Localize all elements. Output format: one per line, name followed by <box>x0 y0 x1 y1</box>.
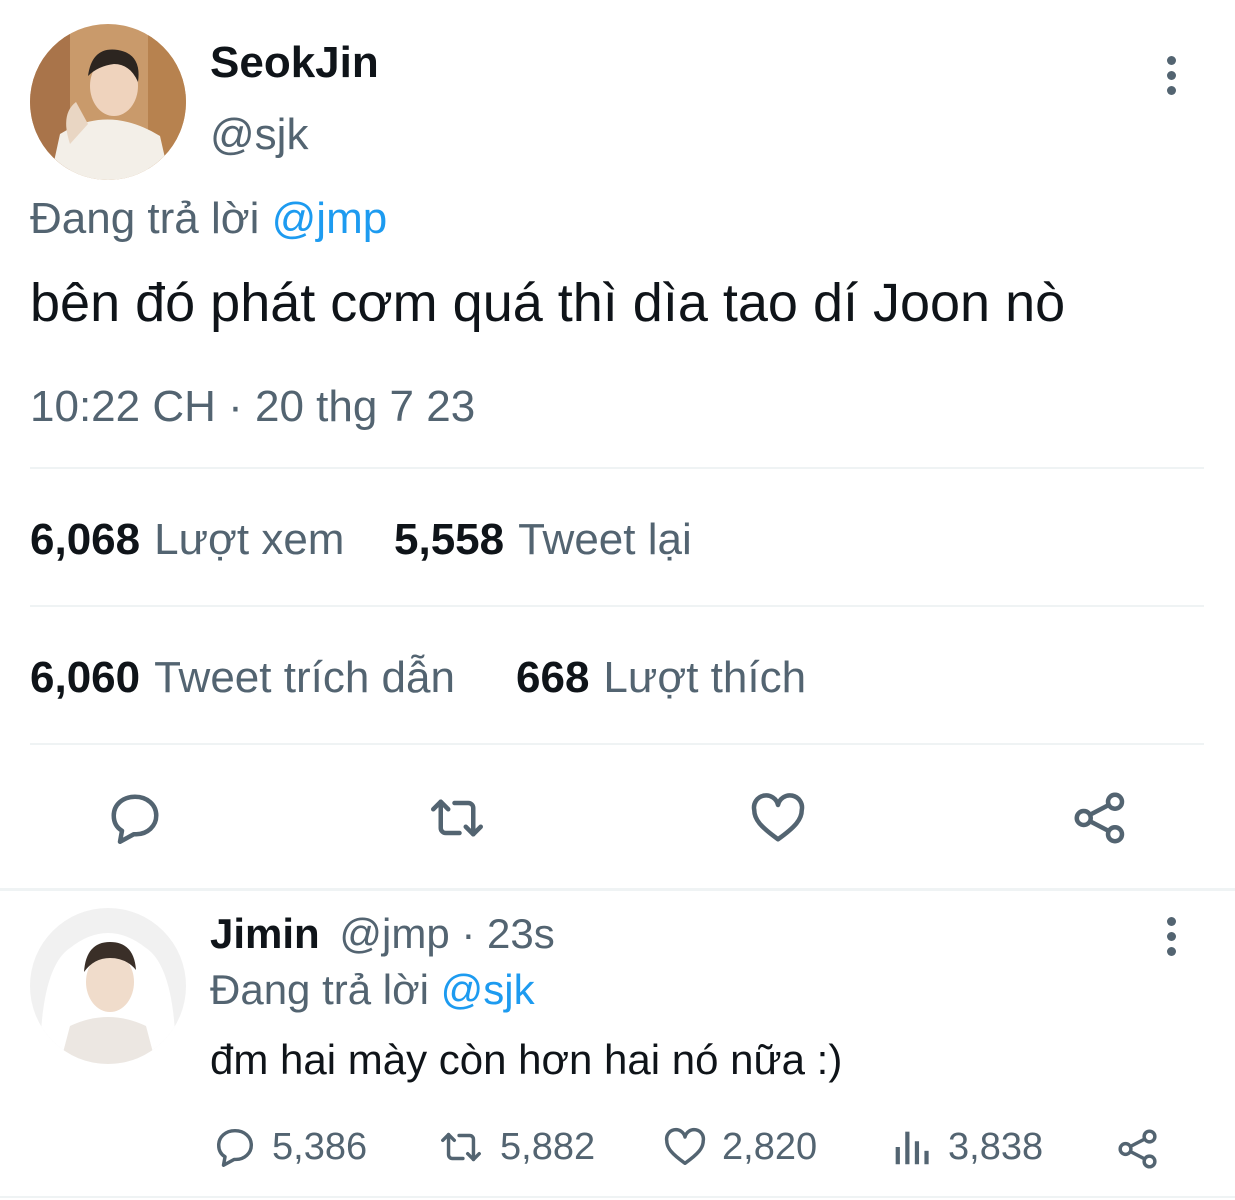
replying-label: Đang trả lời <box>30 194 260 243</box>
views-action[interactable]: 3,838 <box>888 1124 1043 1170</box>
tweet-timestamp[interactable]: 10:22 CH · 20 thg 7 23 <box>30 382 475 432</box>
stat-value: 6,068 <box>30 515 141 564</box>
stat-views[interactable]: 6,068 Lượt xem <box>30 515 344 565</box>
like-count: 2,820 <box>722 1125 818 1168</box>
like-action[interactable]: 2,820 <box>662 1124 817 1170</box>
views-icon <box>895 1131 929 1165</box>
stat-likes[interactable]: 668 Lượt thích <box>516 653 806 703</box>
tweet-text: đm hai mày còn hơn hai nó nữa :) <box>210 1036 843 1083</box>
like-icon <box>664 1127 706 1166</box>
stat-value: 6,060 <box>30 653 141 702</box>
divider <box>30 605 1204 607</box>
display-name[interactable]: Jimin <box>210 910 320 957</box>
stat-label: Lượt thích <box>603 653 807 702</box>
more-options-icon[interactable] <box>1151 45 1191 105</box>
share-icon[interactable] <box>1066 786 1134 850</box>
divider <box>30 743 1204 745</box>
stat-label: Tweet trích dẫn <box>154 653 455 702</box>
retweet-icon[interactable] <box>420 786 494 850</box>
display-name[interactable]: SeokJin <box>210 38 379 88</box>
more-options-icon[interactable] <box>1151 906 1191 966</box>
bottom-divider <box>0 1196 1235 1198</box>
retweet-count: 5,882 <box>500 1125 596 1168</box>
reply-icon[interactable] <box>100 786 170 850</box>
avatar[interactable] <box>30 24 186 180</box>
reply-count: 5,386 <box>272 1125 368 1168</box>
section-divider <box>0 888 1235 891</box>
retweet-action[interactable]: 5,882 <box>436 1124 595 1170</box>
stat-label: Tweet lại <box>518 515 692 564</box>
user-handle[interactable]: @sjk <box>210 110 308 160</box>
share-icon[interactable] <box>1110 1124 1166 1174</box>
reply-icon <box>216 1128 254 1167</box>
stat-retweets[interactable]: 5,558 Tweet lại <box>394 515 692 565</box>
stat-quote-tweets[interactable]: 6,060 Tweet trích dẫn <box>30 653 455 703</box>
retweet-icon <box>441 1132 481 1162</box>
reply-header: Jimin @jmp · 23s <box>210 910 555 958</box>
handle-and-time[interactable]: @jmp · 23s <box>339 910 554 957</box>
divider <box>30 467 1204 469</box>
replying-to: Đang trả lời @jmp <box>30 194 387 244</box>
tweet-text: bên đó phát cơm quá thì dìa tao dí Joon … <box>30 273 1066 333</box>
stat-value: 5,558 <box>394 515 505 564</box>
view-count: 3,838 <box>948 1125 1044 1168</box>
reply-action[interactable]: 5,386 <box>212 1124 367 1170</box>
stat-label: Lượt xem <box>154 515 345 564</box>
replying-to-handle[interactable]: @jmp <box>272 194 388 243</box>
replying-to: Đang trả lời @sjk <box>210 966 535 1014</box>
replying-label: Đang trả lời <box>210 966 429 1013</box>
replying-to-handle[interactable]: @sjk <box>441 966 535 1013</box>
avatar[interactable] <box>30 908 186 1064</box>
like-icon[interactable] <box>744 786 812 850</box>
stat-value: 668 <box>516 653 590 702</box>
